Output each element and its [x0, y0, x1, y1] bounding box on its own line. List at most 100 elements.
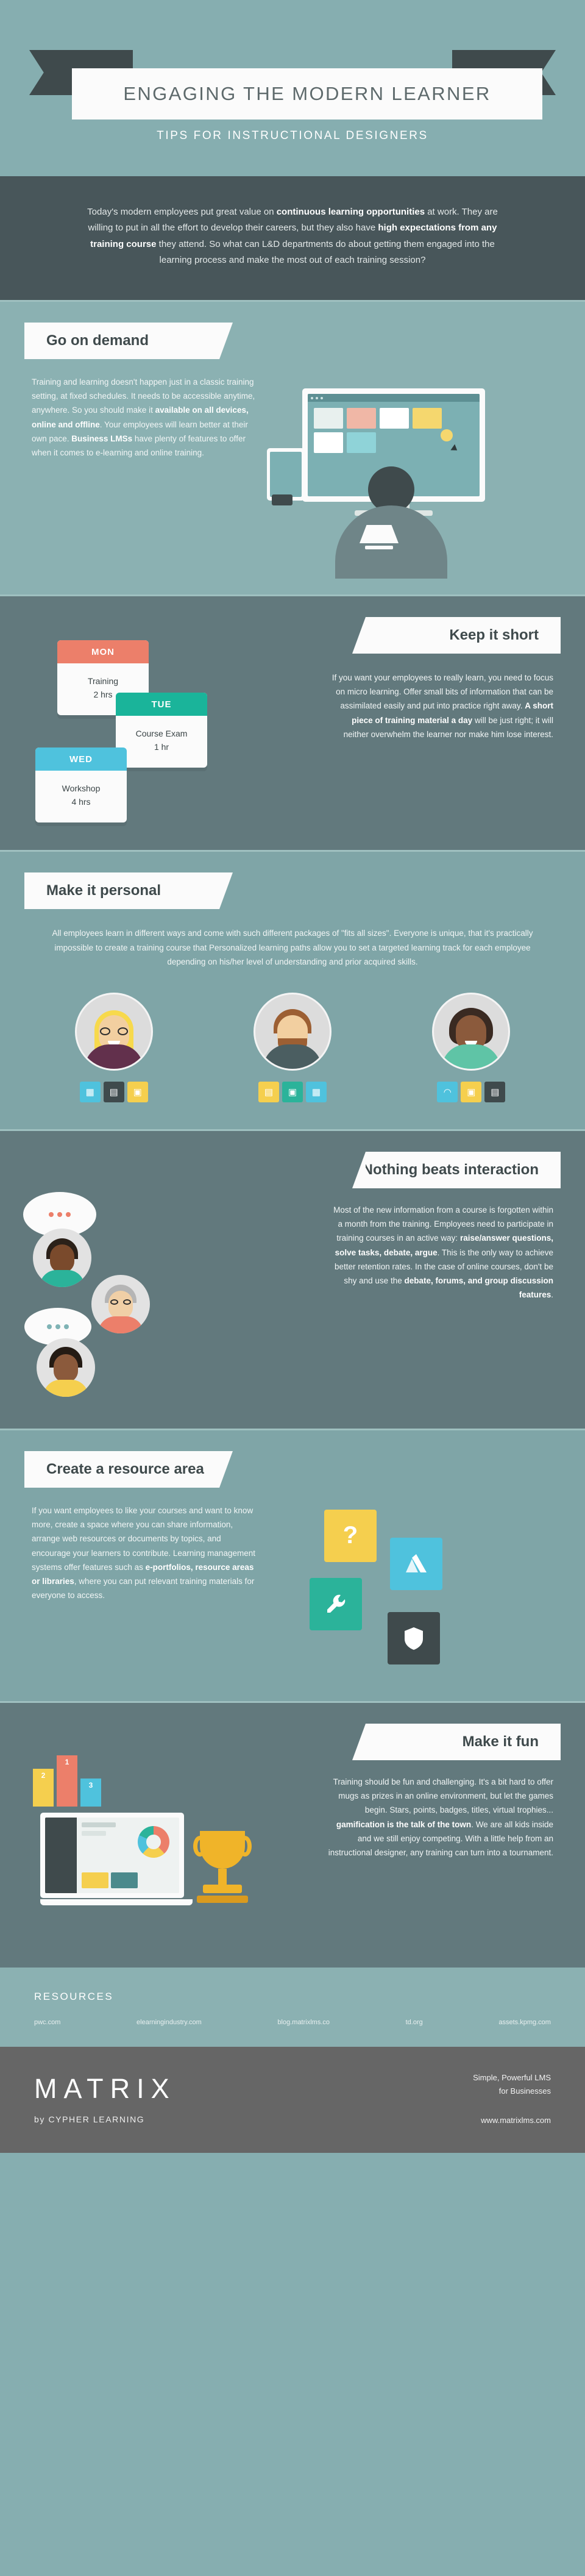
resources-section: RESOURCES pwc.com elearningindustry.com … — [0, 1967, 585, 2047]
avatar-icon-row: ▤ ▣ ▦ — [258, 1081, 327, 1102]
intro-bold-1: continuous learning opportunities — [276, 207, 425, 217]
day-card-wed[interactable]: WED Workshop 4 hrs — [35, 747, 127, 822]
section-heading: Keep it short — [449, 627, 539, 643]
heading-tab-make-it-personal: Make it personal — [24, 872, 233, 909]
avatar — [33, 1228, 91, 1287]
illustration-gamification: 2 1 3 — [24, 1739, 280, 1947]
body-bold-2: debate, forums, and group discussion fea… — [404, 1276, 553, 1300]
heading-tab-keep-it-short: Keep it short — [352, 617, 561, 654]
resource-link[interactable]: assets.kpmg.com — [498, 2019, 551, 2026]
page-title: ENGAGING THE MODERN LEARNER — [123, 83, 491, 104]
resource-link[interactable]: elearningindustry.com — [136, 2019, 202, 2026]
tagline-line-2: for Businesses — [498, 2086, 551, 2096]
chat-icon[interactable]: ▣ — [282, 1081, 303, 1102]
resource-link[interactable]: td.org — [406, 2019, 423, 2026]
illustration-resource-tiles: ? — [257, 1504, 501, 1680]
body-make-it-personal: All employees learn in different ways an… — [37, 926, 548, 969]
illustration-desk-setup — [257, 375, 519, 579]
shield-icon — [405, 1627, 423, 1650]
avatar — [253, 992, 332, 1071]
book-icon[interactable]: ▤ — [103, 1081, 124, 1102]
avatar — [91, 1274, 150, 1333]
title-band: ENGAGING THE MODERN LEARNER — [72, 68, 542, 120]
podium-third: 3 — [80, 1778, 101, 1807]
phone-icon — [272, 494, 292, 505]
heading-tab-make-it-fun: Make it fun — [352, 1723, 561, 1760]
wrench-tile[interactable] — [310, 1577, 362, 1630]
resources-links: pwc.com elearningindustry.com blog.matri… — [34, 2019, 551, 2026]
tablet-icon — [267, 448, 305, 501]
trophy-icon — [189, 1830, 256, 1922]
body-keep-it-short: If you want your employees to really lea… — [328, 671, 553, 741]
heading-tab-nothing-beats-interaction: Nothing beats interaction — [352, 1151, 561, 1188]
resource-link[interactable]: pwc.com — [34, 2019, 60, 2026]
glasses-icon — [110, 1299, 131, 1305]
resource-link[interactable]: blog.matrixlms.co — [277, 2019, 330, 2026]
podium-first: 1 — [57, 1755, 77, 1807]
body-text-1: Training should be fun and challenging. … — [333, 1777, 553, 1815]
laptop-icon — [40, 1812, 193, 1910]
chat-icon[interactable]: ▣ — [461, 1081, 482, 1102]
section-heading: Go on demand — [46, 332, 149, 349]
chat-icon[interactable]: ▣ — [127, 1081, 148, 1102]
header-section: ENGAGING THE MODERN LEARNER TIPS FOR INS… — [0, 0, 585, 176]
resources-title: RESOURCES — [34, 1990, 114, 2002]
brand-identity: MATRIX by CYPHER LEARNING — [34, 2075, 176, 2124]
day-card-body: Workshop 4 hrs — [35, 771, 127, 822]
brand-byline: by CYPHER LEARNING — [34, 2114, 145, 2124]
body-bold-2: Business LMSs — [71, 433, 133, 443]
chart-icon[interactable]: ▦ — [305, 1081, 327, 1102]
glasses-icon — [99, 1027, 128, 1035]
intro-text-1: Today's modern employees put great value… — [87, 207, 277, 217]
body-bold-1: Personalized learning paths — [209, 943, 311, 952]
section-make-it-personal: Make it personal All employees learn in … — [0, 852, 585, 1129]
day-card-duration: 4 hrs — [71, 797, 91, 807]
body-nothing-beats-interaction: Most of the new information from a cours… — [328, 1203, 553, 1302]
question-mark-icon: ? — [342, 1522, 358, 1549]
brand-website[interactable]: www.matrixlms.com — [473, 2114, 551, 2127]
body-go-on-demand: Training and learning doesn't happen jus… — [32, 375, 257, 460]
chart-icon[interactable]: ▦ — [79, 1081, 101, 1102]
shield-tile[interactable] — [388, 1611, 440, 1664]
day-card-header: MON — [57, 640, 149, 663]
intro-paragraph: Today's modern employees put great value… — [79, 204, 506, 268]
avatar — [37, 1338, 95, 1397]
wrench-icon — [327, 1594, 346, 1613]
day-card-tue[interactable]: TUE Course Exam 1 hr — [116, 693, 207, 768]
avatar — [432, 992, 511, 1071]
body-text-1: If you want your employees to really lea… — [332, 673, 553, 711]
infographic-page: ENGAGING THE MODERN LEARNER TIPS FOR INS… — [0, 0, 585, 2153]
desk-lamp-icon — [360, 525, 399, 549]
illustration-conversation — [18, 1170, 274, 1408]
section-go-on-demand: Go on demand Training and learning doesn… — [0, 302, 585, 594]
avatar — [74, 992, 153, 1071]
podium-second: 2 — [33, 1768, 54, 1807]
page-subtitle: TIPS FOR INSTRUCTIONAL DESIGNERS — [157, 129, 428, 142]
body-text-1: If you want employees to like your cours… — [32, 1505, 255, 1572]
avatar-item: ▦ ▤ ▣ — [44, 992, 184, 1102]
section-heading: Make it personal — [46, 882, 161, 899]
body-text-3: . — [551, 1290, 553, 1300]
triangle-drive-icon — [406, 1554, 427, 1572]
body-make-it-fun: Training should be fun and challenging. … — [328, 1775, 553, 1860]
body-bold-1: gamification is the talk of the town — [336, 1819, 472, 1829]
avatar-icon-row: ▦ ▤ ▣ — [79, 1081, 148, 1102]
intro-text-3: they attend. So what can L&D departments… — [156, 238, 495, 265]
person-silhouette — [330, 466, 452, 579]
section-keep-it-short: Keep it short MON Training 2 hrs TUE Cou… — [0, 596, 585, 850]
heading-tab-create-a-resource-area: Create a resource area — [24, 1450, 233, 1488]
book-icon[interactable]: ▤ — [484, 1081, 506, 1102]
intro-section: Today's modern employees put great value… — [0, 176, 585, 300]
avatar-item: ◠ ▣ ▤ — [401, 992, 541, 1102]
section-create-a-resource-area: Create a resource area If you want emplo… — [0, 1430, 585, 1701]
question-tile[interactable]: ? — [324, 1509, 377, 1562]
avatar-item: ▤ ▣ ▦ — [222, 992, 363, 1102]
day-card-header: TUE — [116, 693, 207, 716]
section-heading: Create a resource area — [46, 1460, 204, 1477]
section-heading: Nothing beats interaction — [362, 1161, 539, 1178]
title-ribbon: ENGAGING THE MODERN LEARNER — [29, 37, 585, 120]
drive-tile[interactable] — [390, 1537, 442, 1590]
headphones-icon[interactable]: ◠ — [437, 1081, 458, 1102]
section-make-it-fun: Make it fun 2 1 3 Training should be fun… — [0, 1702, 585, 1968]
document-icon[interactable]: ▤ — [258, 1081, 279, 1102]
